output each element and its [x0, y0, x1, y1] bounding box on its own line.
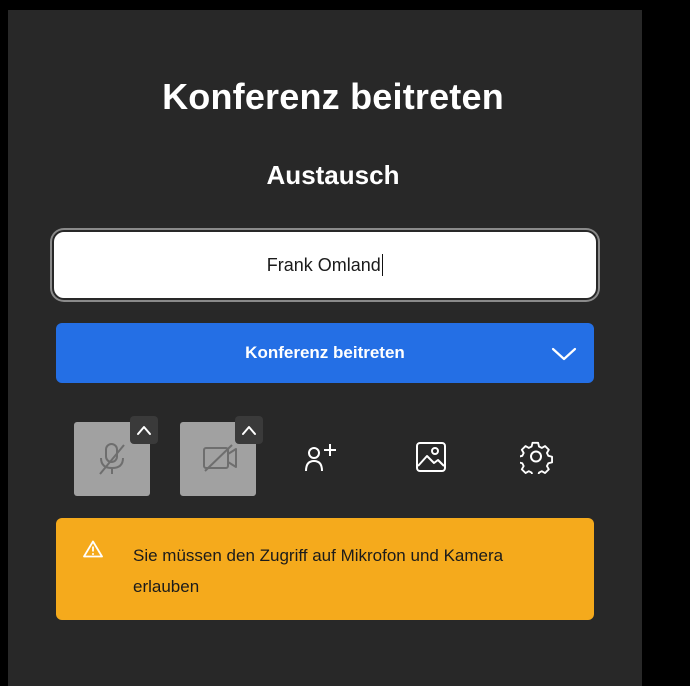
chevron-down-icon[interactable] [550, 341, 578, 365]
invite-people-button[interactable] [304, 440, 342, 479]
settings-gear-icon [517, 441, 553, 478]
microphone-options-button[interactable] [130, 416, 158, 444]
join-button-label: Konferenz beitreten [245, 343, 405, 362]
display-name-value[interactable]: Frank Omland [267, 255, 381, 276]
left-edge [0, 0, 8, 686]
room-name: Austausch [266, 160, 400, 190]
warning-message: Sie müssen den Zugriff auf Mikrofon und … [133, 546, 504, 596]
virtual-background-icon [416, 442, 446, 472]
text-caret [381, 254, 384, 276]
camera-options-button[interactable] [235, 416, 263, 444]
chevron-up-icon [137, 426, 151, 435]
join-conference-button[interactable]: Konferenz beitreten [56, 323, 594, 383]
camera-off-icon [203, 444, 237, 472]
virtual-background-button[interactable] [414, 440, 448, 479]
permission-warning-banner: Sie müssen den Zugriff auf Mikrofon und … [56, 518, 594, 620]
chevron-up-icon [242, 426, 256, 435]
microphone-muted-icon [99, 443, 125, 475]
display-name-input[interactable]: Frank Omland [54, 232, 596, 298]
settings-button[interactable] [517, 440, 554, 479]
warning-triangle-icon [83, 540, 103, 558]
top-edge [0, 0, 642, 10]
invite-people-icon [305, 444, 336, 472]
page-title: Konferenz beitreten [162, 76, 504, 117]
